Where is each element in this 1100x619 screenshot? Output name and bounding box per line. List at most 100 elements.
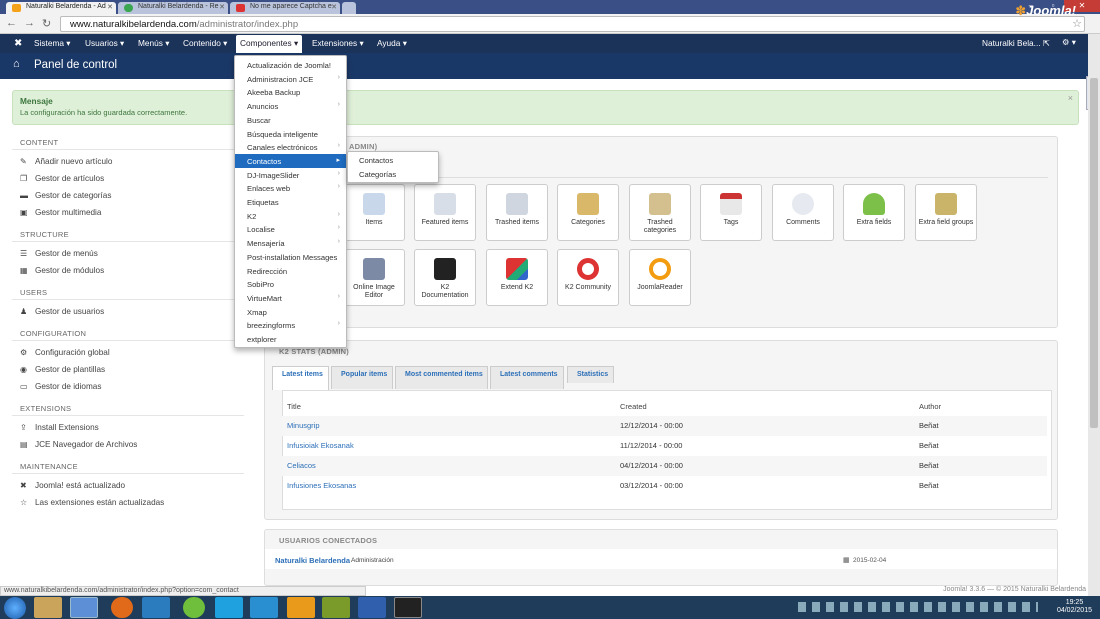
reload-icon[interactable]: ↻ <box>42 17 51 30</box>
forward-icon[interactable]: → <box>24 17 35 29</box>
tab-popular-items[interactable]: Popular items <box>331 366 393 389</box>
menu-item-canales-electronicos[interactable]: Canales electrónicos › <box>235 140 346 154</box>
sidebar-item-languages[interactable]: ▭ Gestor de idiomas <box>20 382 101 391</box>
tile-trashed-categories[interactable]: Trashed categories <box>629 184 691 241</box>
start-button[interactable] <box>4 597 26 619</box>
scrollbar-thumb[interactable] <box>1090 78 1098 428</box>
tile-featured-items[interactable]: Featured items <box>414 184 476 241</box>
vertical-scrollbar[interactable] <box>1088 34 1100 596</box>
browser-tab[interactable]: Naturalki Belardenda - Re ✕ <box>118 2 228 14</box>
tile-k2-community[interactable]: K2 Community <box>557 249 619 306</box>
user-menu[interactable]: Naturalki Bela... ⇱ <box>982 38 1050 48</box>
dreamweaver-app-icon[interactable] <box>322 597 350 618</box>
sidebar-item-jce-browser[interactable]: ▤ JCE Navegador de Archivos <box>20 440 137 449</box>
menu-contenido[interactable]: Contenido ▾ <box>183 38 227 48</box>
sidebar-item-media[interactable]: ▣ Gestor multimedia <box>20 208 101 217</box>
menu-item-dj-imageslider[interactable]: DJ-ImageSlider › <box>235 168 346 182</box>
item-title-link[interactable]: Infusiones Ekosanas <box>287 481 356 490</box>
menu-item-etiquetas[interactable]: Etiquetas <box>235 195 346 209</box>
utorrent-app-icon[interactable] <box>183 597 205 618</box>
menu-item-redireccion[interactable]: Redirección <box>235 264 346 278</box>
menu-item-administracion-jce[interactable]: Administracion JCE › <box>235 72 346 86</box>
tile-joomlareader[interactable]: JoomlaReader <box>629 249 691 306</box>
settings-gear-icon[interactable]: ⚙ ▾ <box>1062 37 1076 47</box>
menu-componentes[interactable]: Componentes ▾ <box>236 35 303 53</box>
teamviewer-app-icon[interactable] <box>250 597 278 618</box>
menu-item-buscar[interactable]: Buscar <box>235 113 346 127</box>
sidebar-item-modules[interactable]: ▦ Gestor de módulos <box>20 266 104 275</box>
sidebar-item-joomla-updated[interactable]: ✖ Joomla! está actualizado <box>20 481 125 490</box>
tile-extend-k2[interactable]: Extend K2 <box>486 249 548 306</box>
taskbar-clock[interactable]: 19:25 04/02/2015 <box>1057 599 1092 615</box>
tile-categories[interactable]: Categories <box>557 184 619 241</box>
browser-tab-active[interactable]: Naturalki Belardenda - Ad ✕ <box>6 2 116 14</box>
menu-item-xmap[interactable]: Xmap <box>235 305 346 319</box>
menu-item-localise[interactable]: Localise › <box>235 222 346 236</box>
tile-extra-field-groups[interactable]: Extra field groups <box>915 184 977 241</box>
item-title-link[interactable]: Celiacos <box>287 461 316 470</box>
outlook-app-icon[interactable] <box>287 597 315 618</box>
tile-online-image-editor[interactable]: Online Image Editor <box>343 249 405 306</box>
new-tab-button[interactable] <box>342 2 356 14</box>
menu-item-enlaces-web[interactable]: Enlaces web › <box>235 181 346 195</box>
item-title-link[interactable]: Minusgrip <box>287 421 320 430</box>
sidebar-item-add-article[interactable]: ✎ Añadir nuevo artículo <box>20 157 112 166</box>
sidebar-item-menus[interactable]: ☰ Gestor de menús <box>20 249 98 258</box>
tile-trashed-items[interactable]: Trashed items <box>486 184 548 241</box>
chrome-app-icon[interactable] <box>70 597 98 618</box>
browser-tab[interactable]: No me aparece Captcha e ✕ <box>230 2 340 14</box>
close-icon[interactable]: ✕ <box>331 3 337 11</box>
word-app-icon[interactable] <box>358 597 386 618</box>
network-app-icon[interactable] <box>142 597 170 618</box>
tile-extra-fields[interactable]: Extra fields <box>843 184 905 241</box>
menu-item-post-installation[interactable]: Post-installation Messages <box>235 250 346 264</box>
sidebar-item-templates[interactable]: ◉ Gestor de plantillas <box>20 365 105 374</box>
submenu-item-contactos[interactable]: Contactos <box>359 156 393 165</box>
item-title-link[interactable]: Infusioiak Ekosanak <box>287 441 354 450</box>
tab-latest-items[interactable]: Latest items <box>272 366 329 390</box>
tile-comments[interactable]: Comments <box>772 184 834 241</box>
tile-items[interactable]: Items <box>343 184 405 241</box>
tab-latest-comments[interactable]: Latest comments <box>490 366 564 389</box>
url-input[interactable]: www.naturalkibelardenda.com/administrato… <box>60 16 1085 32</box>
joomla-logo-icon[interactable]: ✖ <box>14 38 22 49</box>
system-tray-icons[interactable] <box>798 602 1038 612</box>
firefox-app-icon[interactable] <box>111 597 133 618</box>
menu-usuarios[interactable]: Usuarios ▾ <box>85 38 124 48</box>
close-icon[interactable]: ✕ <box>107 3 113 11</box>
back-icon[interactable]: ← <box>6 17 17 29</box>
menu-item-mensajeria[interactable]: Mensajería › <box>235 236 346 250</box>
close-message-icon[interactable]: × <box>1068 93 1073 103</box>
submenu-item-categorias[interactable]: Categorías <box>359 170 396 179</box>
menu-item-sobipro[interactable]: SobiPro <box>235 277 346 291</box>
menu-item-akeeba-backup[interactable]: Akeeba Backup <box>235 85 346 99</box>
tile-tags[interactable]: Tags <box>700 184 762 241</box>
sidebar-item-global-config[interactable]: ⚙ Configuración global <box>20 348 110 357</box>
sidebar-item-extensions-updated[interactable]: ☆ Las extensiones están actualizadas <box>20 498 164 507</box>
menu-item-contactos[interactable]: Contactos ▸ <box>235 153 346 168</box>
sidebar-item-users[interactable]: ♟ Gestor de usuarios <box>20 307 104 316</box>
menu-item-extplorer[interactable]: extplorer <box>235 332 346 346</box>
tile-k2-documentation[interactable]: K2 Documentation <box>414 249 476 306</box>
online-user-link[interactable]: Naturalki Belardenda <box>275 556 350 565</box>
status-bar-url: www.naturalkibelardenda.com/administrato… <box>0 586 366 596</box>
close-icon[interactable]: ✕ <box>219 3 225 11</box>
menu-item-breezingforms[interactable]: breezingforms › <box>235 318 346 332</box>
menu-item-virtuemart[interactable]: VirtueMart › <box>235 291 346 305</box>
tab-most-commented[interactable]: Most commented items <box>395 366 488 389</box>
menu-item-busqueda-inteligente[interactable]: Búsqueda inteligente <box>235 127 346 141</box>
sidebar-item-articles[interactable]: ❐ Gestor de artículos <box>20 174 104 183</box>
menu-item-k2[interactable]: K2 › <box>235 209 346 223</box>
menu-item-anuncios[interactable]: Anuncios › <box>235 99 346 113</box>
tab-statistics[interactable]: Statistics <box>567 366 614 383</box>
menu-item-actualizacion-joomla[interactable]: Actualización de Joomla! <box>235 58 346 72</box>
sidebar-item-install[interactable]: ⇪ Install Extensions <box>20 423 99 432</box>
skype-app-icon[interactable] <box>215 597 243 618</box>
sidebar-item-categories[interactable]: ▬ Gestor de categorías <box>20 191 111 200</box>
menu-ayuda[interactable]: Ayuda ▾ <box>377 38 407 48</box>
explorer-app-icon[interactable] <box>34 597 62 618</box>
menu-extensiones[interactable]: Extensiones ▾ <box>312 38 364 48</box>
menu-sistema[interactable]: Sistema ▾ <box>34 38 70 48</box>
menu-menus[interactable]: Menús ▾ <box>138 38 169 48</box>
7zip-app-icon[interactable] <box>394 597 422 618</box>
